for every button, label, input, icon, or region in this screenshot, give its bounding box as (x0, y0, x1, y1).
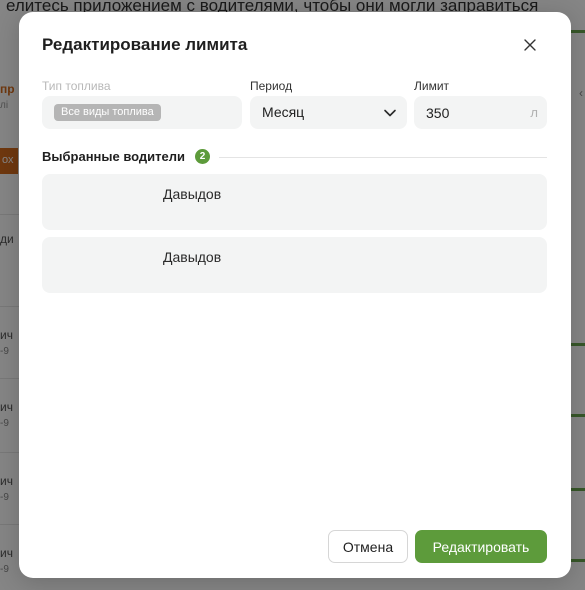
period-value: Месяц (262, 104, 305, 120)
fuel-type-field: Все виды топлива (42, 96, 242, 129)
period-label: Период (250, 79, 293, 93)
limit-label: Лимит (414, 79, 450, 93)
driver-name: Давыдов (163, 249, 222, 265)
limit-field: л (414, 96, 547, 129)
cancel-button[interactable]: Отмена (328, 530, 408, 563)
selected-drivers-count-badge: 2 (195, 149, 210, 164)
limit-input[interactable] (414, 96, 514, 129)
section-divider (219, 157, 547, 158)
limit-unit: л (530, 105, 538, 120)
period-select[interactable]: Месяц (250, 96, 407, 129)
close-icon (524, 39, 536, 51)
fuel-type-label: Тип топлива (42, 79, 111, 93)
edit-limit-modal: Редактирование лимита Тип топлива Все ви… (19, 12, 571, 578)
fuel-type-chip: Все виды топлива (54, 104, 161, 121)
modal-title: Редактирование лимита (42, 35, 248, 54)
driver-card: Давыдов (42, 237, 547, 293)
selected-drivers-title: Выбранные водители (42, 149, 186, 164)
close-button[interactable] (519, 34, 541, 56)
chevron-down-icon (384, 109, 396, 117)
edit-button[interactable]: Редактировать (415, 530, 547, 563)
driver-name: Давыдов (163, 186, 222, 202)
driver-card: Давыдов (42, 174, 547, 230)
